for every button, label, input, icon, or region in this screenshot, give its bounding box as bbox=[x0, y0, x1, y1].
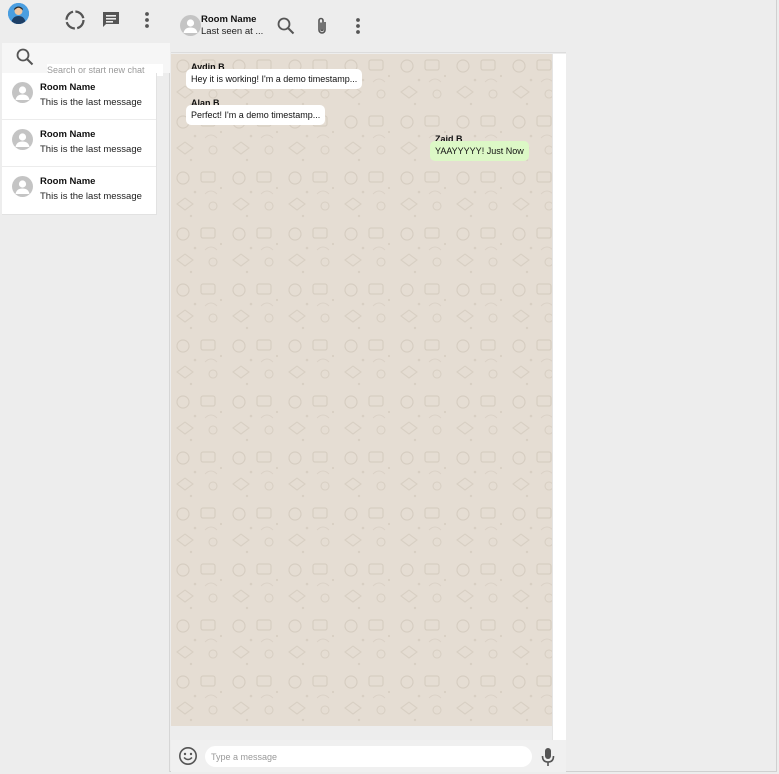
search-icon[interactable] bbox=[274, 14, 298, 38]
chat-footer bbox=[171, 740, 566, 772]
message-bubble: Perfect! I'm a demo timestamp... bbox=[186, 105, 326, 125]
chat-header: Room Name Last seen at ... bbox=[171, 0, 566, 53]
avatar-icon bbox=[12, 176, 33, 197]
chat-last-message: This is the last message bbox=[40, 144, 142, 155]
chat-list-item[interactable]: Room Name This is the last message bbox=[2, 167, 156, 214]
chat-title: Room Name bbox=[40, 176, 96, 187]
message-input[interactable] bbox=[205, 746, 532, 767]
emoji-icon[interactable] bbox=[178, 746, 198, 766]
chat-list-item[interactable]: Room Name This is the last message bbox=[2, 120, 156, 167]
room-name: Room Name bbox=[201, 14, 257, 25]
status-icon[interactable] bbox=[63, 8, 87, 32]
message-area-edge bbox=[552, 54, 566, 740]
room-last-seen: Last seen at ... bbox=[201, 26, 264, 37]
room-avatar-icon[interactable] bbox=[180, 15, 201, 36]
more-vert-icon[interactable] bbox=[346, 14, 370, 38]
message-bubble: YAAYYYYY! Just Now bbox=[430, 141, 529, 161]
user-avatar-icon[interactable] bbox=[8, 3, 29, 24]
avatar-icon bbox=[12, 129, 33, 150]
search-bar bbox=[2, 43, 170, 76]
app-window: Room Name This is the last message Room … bbox=[2, 0, 777, 772]
chat-title: Room Name bbox=[40, 82, 96, 93]
search-icon bbox=[14, 46, 36, 68]
attach-icon[interactable] bbox=[310, 14, 334, 38]
chat-title: Room Name bbox=[40, 129, 96, 140]
avatar-icon bbox=[12, 82, 33, 103]
chat-list: Room Name This is the last message Room … bbox=[2, 73, 157, 215]
chat-last-message: This is the last message bbox=[40, 97, 142, 108]
chat-icon[interactable] bbox=[99, 8, 123, 32]
chat-list-item[interactable]: Room Name This is the last message bbox=[2, 73, 156, 120]
message-bubble: Hey it is working! I'm a demo timestamp.… bbox=[186, 69, 363, 89]
sidebar: Room Name This is the last message Room … bbox=[2, 0, 170, 772]
message-area[interactable]: Aydin B Hey it is working! I'm a demo ti… bbox=[171, 54, 552, 726]
sidebar-header bbox=[2, 0, 170, 43]
chat-panel: Room Name Last seen at ... Aydin B Hey i… bbox=[171, 0, 566, 772]
more-vert-icon[interactable] bbox=[135, 8, 159, 32]
chat-last-message: This is the last message bbox=[40, 191, 142, 202]
mic-icon[interactable] bbox=[540, 746, 556, 768]
